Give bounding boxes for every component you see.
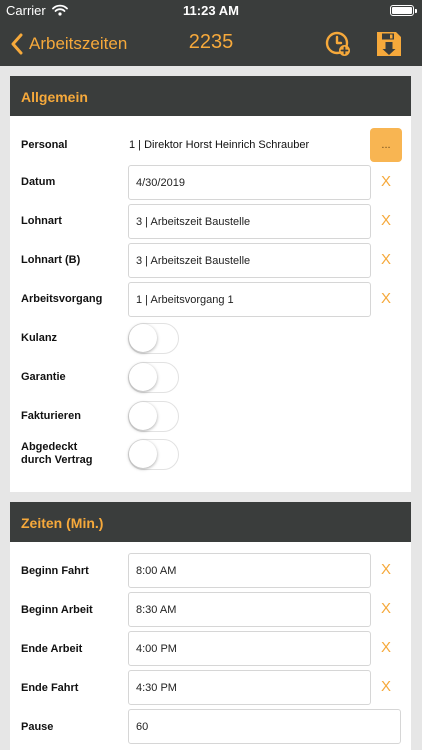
end-work-label: Ende Arbeit: [21, 643, 83, 655]
contract-toggle[interactable]: [128, 439, 179, 470]
end-travel-row: Ende Fahrt 4:30 PM X: [10, 670, 411, 706]
times-section: Zeiten (Min.) Beginn Fahrt 8:00 AM X Beg…: [10, 502, 411, 750]
status-time: 11:23 AM: [183, 3, 239, 18]
times-section-title: Zeiten (Min.): [10, 502, 411, 542]
start-travel-label: Beginn Fahrt: [21, 565, 89, 577]
general-section-title: Allgemein: [10, 76, 411, 116]
wage-field[interactable]: 3 | Arbeitszeit Baustelle: [128, 204, 371, 239]
clear-process-button[interactable]: X: [378, 290, 394, 310]
battery-icon: [390, 5, 417, 16]
personal-picker-button[interactable]: ...: [370, 128, 402, 162]
contract-row: Abgedeckt durch Vertrag: [10, 437, 411, 473]
break-label: Pause: [21, 721, 54, 733]
wage-b-field[interactable]: 3 | Arbeitszeit Baustelle: [128, 243, 371, 278]
clear-start-travel-button[interactable]: X: [378, 561, 394, 581]
personal-row: Personal 1 | Direktor Horst Heinrich Sch…: [10, 128, 411, 164]
navigation-bar: Arbeitszeiten 2235: [0, 22, 422, 66]
clear-end-travel-button[interactable]: X: [378, 678, 394, 698]
date-label: Datum: [21, 176, 56, 188]
warranty-toggle[interactable]: [128, 362, 179, 393]
start-travel-row: Beginn Fahrt 8:00 AM X: [10, 553, 411, 589]
personal-label: Personal: [21, 139, 68, 151]
invoice-toggle[interactable]: [128, 401, 179, 432]
clear-end-work-button[interactable]: X: [378, 639, 394, 659]
wage-row: Lohnart 3 | Arbeitszeit Baustelle X: [10, 204, 411, 240]
contract-label-line2: durch Vertrag: [21, 454, 93, 466]
clear-date-button[interactable]: X: [378, 173, 394, 193]
break-row: Pause 60: [10, 709, 411, 745]
start-travel-field[interactable]: 8:00 AM: [128, 553, 371, 588]
goodwill-toggle[interactable]: [128, 323, 179, 354]
general-section: Allgemein Personal 1 | Direktor Horst He…: [10, 76, 411, 492]
invoice-row: Fakturieren: [10, 399, 411, 435]
page-title: 2235: [188, 31, 234, 53]
wage-b-row: Lohnart (B) 3 | Arbeitszeit Baustelle X: [10, 243, 411, 279]
add-time-icon[interactable]: [324, 30, 352, 58]
end-travel-label: Ende Fahrt: [21, 682, 79, 694]
status-bar: Carrier 11:23 AM: [0, 0, 422, 22]
start-work-label: Beginn Arbeit: [21, 604, 93, 616]
content-area[interactable]: Allgemein Personal 1 | Direktor Horst He…: [0, 66, 422, 750]
process-label: Arbeitsvorgang: [21, 293, 103, 305]
date-row: Datum 4/30/2019 X: [10, 165, 411, 201]
warranty-label: Garantie: [21, 371, 66, 383]
wage-b-label: Lohnart (B): [21, 254, 81, 266]
warranty-row: Garantie: [10, 360, 411, 396]
contract-label: Abgedeckt durch Vertrag: [21, 441, 93, 467]
clear-start-work-button[interactable]: X: [378, 600, 394, 620]
toggle-knob: [129, 402, 157, 430]
contract-label-line1: Abgedeckt: [21, 441, 78, 453]
toggle-knob: [129, 440, 157, 468]
break-field[interactable]: 60: [128, 709, 401, 744]
save-icon[interactable]: [375, 30, 403, 58]
start-work-row: Beginn Arbeit 8:30 AM X: [10, 592, 411, 628]
end-work-row: Ende Arbeit 4:00 PM X: [10, 631, 411, 667]
toggle-knob: [129, 363, 157, 391]
goodwill-row: Kulanz: [10, 321, 411, 357]
date-field[interactable]: 4/30/2019: [128, 165, 371, 200]
invoice-label: Fakturieren: [21, 410, 81, 422]
process-row: Arbeitsvorgang 1 | Arbeitsvorgang 1 X: [10, 282, 411, 318]
process-field[interactable]: 1 | Arbeitsvorgang 1: [128, 282, 371, 317]
clear-wage-button[interactable]: X: [378, 212, 394, 232]
wage-label: Lohnart: [21, 215, 62, 227]
end-work-field[interactable]: 4:00 PM: [128, 631, 371, 666]
end-travel-field[interactable]: 4:30 PM: [128, 670, 371, 705]
goodwill-label: Kulanz: [21, 332, 58, 344]
personal-value: 1 | Direktor Horst Heinrich Schrauber: [129, 139, 310, 151]
toggle-knob: [129, 324, 157, 352]
clear-wage-b-button[interactable]: X: [378, 251, 394, 271]
start-work-field[interactable]: 8:30 AM: [128, 592, 371, 627]
